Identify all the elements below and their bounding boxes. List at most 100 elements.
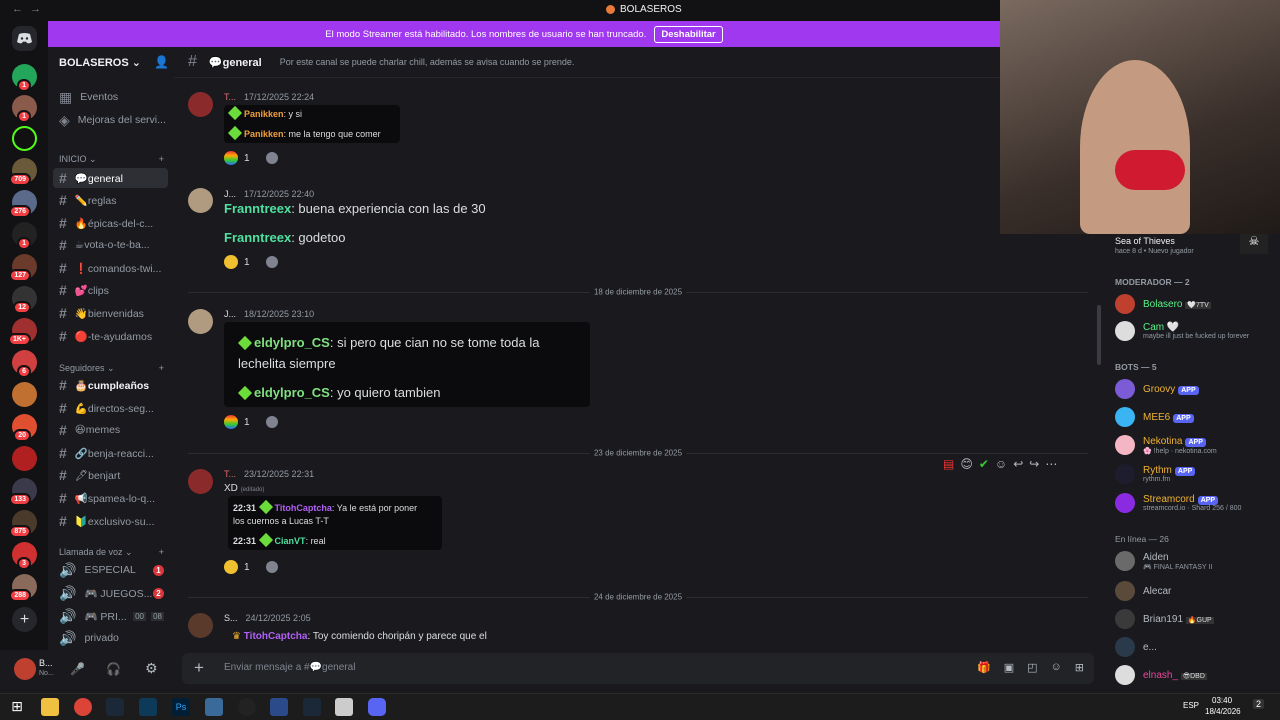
gif-icon[interactable]: ▣ [1004, 661, 1014, 674]
more-icon[interactable]: ⋯ [1045, 457, 1057, 471]
member-item[interactable]: Brian191 🔥GUP [1115, 609, 1214, 629]
avatar[interactable] [188, 92, 213, 117]
settings-icon[interactable]: ⚙ [145, 660, 158, 677]
clock-date[interactable]: 18/4/2026 [1205, 707, 1241, 716]
server-icon-11[interactable] [12, 382, 37, 407]
events-item[interactable]: ▦ Eventos [53, 87, 168, 107]
obs-icon[interactable] [238, 698, 256, 716]
member-item[interactable]: Groovy APP [1115, 379, 1199, 399]
server-name-header[interactable]: BOLASEROS ⌄ [59, 56, 141, 69]
channel-memes[interactable]: # 😆memes [53, 420, 168, 440]
reaction[interactable]: 1 [224, 558, 278, 576]
category-voz[interactable]: Llamada de voz ⌄ + [59, 547, 164, 558]
reaction[interactable]: 1 [224, 413, 278, 431]
emoji-icon[interactable]: ☺ [1051, 661, 1062, 674]
apps-icon[interactable]: ⊞ [1075, 661, 1084, 674]
server-icon-1[interactable]: 1 [12, 64, 37, 92]
member-item[interactable]: Nekotina APP 🌸 !help · nekotina.com [1115, 435, 1217, 455]
discord-taskbar-icon[interactable] [368, 698, 386, 716]
app-icon-2[interactable] [270, 698, 288, 716]
server-icon-7[interactable]: 127 [9, 254, 37, 282]
attach-plus-icon[interactable]: + [194, 658, 204, 678]
member-item[interactable]: elnash_ 😎DBD [1115, 665, 1207, 685]
member-item[interactable]: Cam 🤍 maybe ill just be fucked up forever [1115, 321, 1249, 341]
avatar[interactable] [14, 658, 36, 680]
add-reaction-icon[interactable] [265, 152, 278, 164]
member-item[interactable]: Rythm APP rythm.fm [1115, 464, 1196, 484]
channel-general[interactable]: # 💬general [53, 168, 168, 188]
voice-juegos[interactable]: 🔊 🎮 JUEGOS... 2 [53, 583, 168, 603]
category-inicio[interactable]: INICIO ⌄ + [59, 154, 164, 165]
add-server-icon[interactable]: + [12, 607, 37, 632]
calculator-icon[interactable] [205, 698, 223, 716]
channel-reglas[interactable]: # ✏️reglas [53, 190, 168, 210]
server-icon-12[interactable]: 20 [12, 414, 37, 442]
channel-bienvenidas[interactable]: # 👋bienvenidas [53, 303, 168, 323]
member-item[interactable]: Streamcord APP streamcord.io · Shard 256 /… [1115, 493, 1241, 513]
channel-epicas[interactable]: # 🔥épicas-del-c... [53, 213, 168, 233]
member-item[interactable]: Bolasero 🤍7TV [1115, 294, 1211, 314]
check-icon[interactable]: ✔ [979, 457, 989, 471]
app-icon-3[interactable] [335, 698, 353, 716]
member-item[interactable]: Alecar [1115, 581, 1171, 601]
photoshop-icon[interactable]: Ps [172, 698, 190, 716]
clock-time[interactable]: 03:40 [1212, 696, 1232, 705]
member-item[interactable]: MEE6 APP [1115, 407, 1194, 427]
add-reaction-icon[interactable] [265, 416, 278, 428]
server-icon-2[interactable]: 1 [12, 95, 37, 123]
server-icon-8[interactable]: 12 [12, 286, 37, 314]
channel-clips[interactable]: # 💕clips [53, 280, 168, 300]
avatar[interactable] [188, 309, 213, 334]
windows-start-icon[interactable]: ⊞ [8, 698, 26, 716]
channel-exclusivo[interactable]: # 🔰exclusivo-su... [53, 511, 168, 531]
channel-spamea[interactable]: # 📢spamea-lo-q... [53, 488, 168, 508]
add-reaction-icon[interactable] [265, 561, 278, 573]
sticker-icon[interactable]: ◰ [1027, 661, 1037, 674]
avatar[interactable] [188, 188, 213, 213]
server-icon-6[interactable]: 1 [12, 222, 37, 250]
reaction-icon[interactable]: ▤ [943, 457, 954, 471]
channel-directos[interactable]: # 💪directos-seg... [53, 398, 168, 418]
mic-muted-icon[interactable]: 🎤 [70, 662, 85, 676]
reply-icon[interactable]: ↩ [1013, 457, 1023, 471]
chat-scrollbar[interactable] [1097, 305, 1101, 365]
server-icon-9[interactable]: 1K+ [7, 318, 37, 346]
app-icon[interactable] [139, 698, 157, 716]
avatar[interactable] [188, 613, 213, 638]
voice-privado[interactable]: 🔊 privado [53, 628, 168, 648]
channel-topic[interactable]: Por este canal se puede charlar chill, a… [280, 57, 575, 67]
file-explorer-icon[interactable] [41, 698, 59, 716]
server-icon-10[interactable]: 6 [12, 350, 37, 378]
back-icon[interactable]: ← [12, 3, 23, 15]
server-icon-14[interactable]: 133 [9, 478, 37, 506]
channel-comandos[interactable]: # ❗comandos-twi... [53, 258, 168, 278]
server-icon-4[interactable]: 709 [9, 158, 37, 186]
language-indicator[interactable]: ESP [1183, 701, 1199, 710]
forward-icon[interactable]: → [30, 3, 41, 15]
boosts-item[interactable]: ◈ Mejoras del servi... [53, 110, 168, 130]
category-seguidores[interactable]: Seguidores ⌄ + [59, 363, 164, 374]
message-input[interactable]: + Enviar mensaje a #💬general 🎁 ▣ ◰ ☺ ⊞ [182, 653, 1094, 684]
emoji-icon[interactable]: 😊 [960, 457, 973, 471]
channel-benja-reacci[interactable]: # 🔗benja-reacci... [53, 443, 168, 463]
server-icon-17[interactable]: 288 [9, 574, 37, 602]
server-icon-5[interactable]: 276 [9, 190, 37, 218]
add-reaction-icon[interactable] [265, 256, 278, 268]
server-icon-16[interactable]: 3 [12, 542, 37, 570]
disable-streamer-button[interactable]: Deshabilitar [654, 25, 723, 43]
reaction[interactable]: 1 [224, 253, 278, 271]
server-icon-13[interactable] [12, 446, 37, 471]
steam-icon[interactable] [106, 698, 124, 716]
avatar[interactable] [188, 469, 213, 494]
voice-especial[interactable]: 🔊 ESPECIAL 1 [53, 560, 168, 580]
headset-muted-icon[interactable]: 🎧 [106, 662, 121, 676]
member-item[interactable]: e... [1115, 637, 1157, 657]
notifications-badge[interactable]: 2 [1253, 699, 1265, 709]
channel-cumpleanos[interactable]: # 🎂cumpleaños [53, 375, 168, 395]
forward-icon[interactable]: ↪ [1029, 457, 1039, 471]
discord-home-icon[interactable] [12, 26, 37, 51]
channel-vota[interactable]: # ☕vota-o-te-ba... [53, 235, 168, 255]
reaction[interactable]: 1 [224, 149, 278, 167]
server-icon-kick[interactable] [12, 126, 37, 151]
channel-te-ayudamos[interactable]: # 🔴-te-ayudamos [53, 326, 168, 346]
